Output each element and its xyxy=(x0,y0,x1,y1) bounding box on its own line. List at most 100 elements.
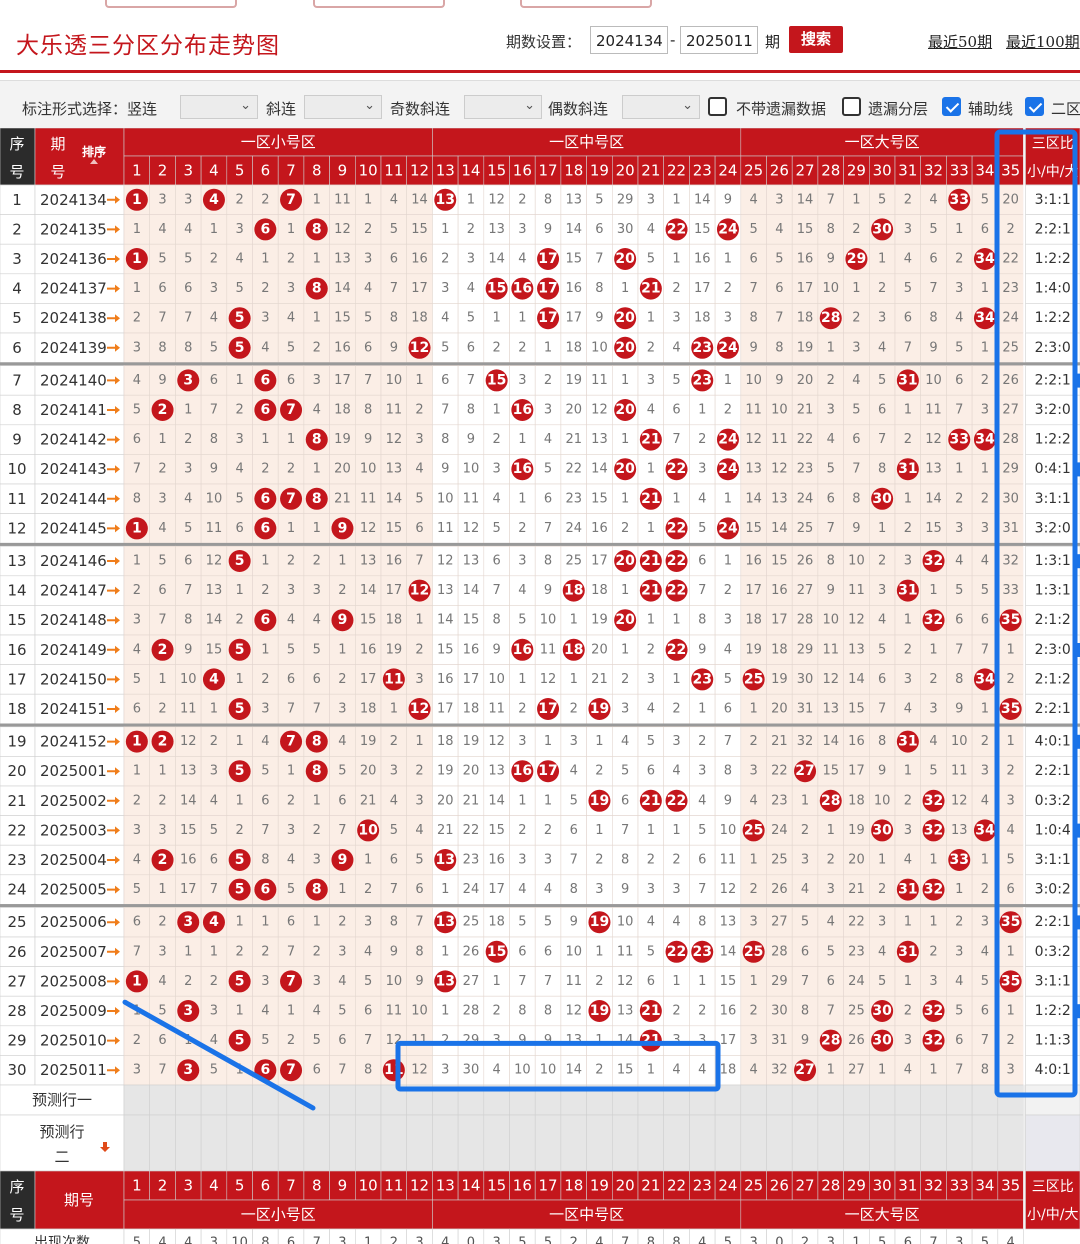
predict-cell[interactable] xyxy=(200,1084,228,1116)
omission-count: 1 xyxy=(955,882,963,897)
number-header-label: 11 xyxy=(384,162,403,180)
predict-cell[interactable] xyxy=(483,1114,510,1172)
predict-cell[interactable] xyxy=(175,1084,202,1116)
predict-cell[interactable] xyxy=(894,1084,922,1116)
predict-cell[interactable] xyxy=(689,1114,716,1172)
predict-cell[interactable] xyxy=(406,1114,433,1172)
predict-cell[interactable] xyxy=(329,1084,356,1116)
omission-count: 4 xyxy=(647,222,655,237)
drawn-ball-number: 22 xyxy=(667,520,686,536)
omission-count: 16 xyxy=(437,672,454,687)
predict-cell[interactable] xyxy=(252,1084,279,1116)
omission-count: 5 xyxy=(261,764,269,779)
predict-cell[interactable] xyxy=(740,1084,767,1116)
omission-count: 18 xyxy=(437,734,454,749)
predict-cell[interactable] xyxy=(843,1084,870,1116)
period-from-input[interactable]: 2024134 xyxy=(590,26,668,54)
omission-count: 5 xyxy=(955,583,963,598)
footer-number-label: 27 xyxy=(796,1177,815,1195)
omission-count: 5 xyxy=(518,915,526,930)
predict-cell[interactable] xyxy=(226,1084,253,1116)
omission-count: 3 xyxy=(904,554,912,569)
search-button[interactable]: 搜索 xyxy=(789,26,843,53)
predict-cell[interactable] xyxy=(303,1084,330,1116)
vertical-select[interactable]: ⌄ xyxy=(180,95,258,119)
predict-cell[interactable] xyxy=(946,1114,973,1172)
omission-count: 8 xyxy=(621,853,629,868)
predict-cell[interactable] xyxy=(791,1114,819,1172)
predict-cell[interactable] xyxy=(843,1114,870,1172)
omission-count: 3 xyxy=(904,222,912,237)
predict-cell[interactable] xyxy=(611,1114,639,1172)
predict-cell[interactable] xyxy=(997,1084,1024,1116)
omission-count: 2 xyxy=(827,373,835,388)
odd-diagonal-select[interactable]: ⌄ xyxy=(464,95,542,119)
predict-cell[interactable] xyxy=(817,1114,844,1172)
predict-cell[interactable] xyxy=(663,1114,690,1172)
predict-cell[interactable] xyxy=(740,1114,767,1172)
number-header-label: 35 xyxy=(1001,162,1020,180)
predict-cell[interactable] xyxy=(997,1114,1024,1172)
predict-cell[interactable] xyxy=(200,1114,228,1172)
predict-cell[interactable] xyxy=(817,1084,844,1116)
predict-cell[interactable] xyxy=(971,1084,999,1116)
period-to-input[interactable]: 2025011 xyxy=(680,26,758,54)
predict-cell[interactable] xyxy=(303,1114,330,1172)
omission-count: 7 xyxy=(493,583,501,598)
predict-cell[interactable] xyxy=(534,1114,562,1172)
predict-cell[interactable] xyxy=(149,1084,176,1116)
predict-cell[interactable] xyxy=(868,1114,896,1172)
predict-cell[interactable] xyxy=(509,1114,536,1172)
predict-cell[interactable] xyxy=(560,1114,587,1172)
omission-count: 14 xyxy=(771,521,788,536)
no-omission-checkbox[interactable] xyxy=(708,97,727,116)
predict-cell[interactable] xyxy=(791,1084,819,1116)
predict-cell[interactable] xyxy=(971,1114,999,1172)
diagonal-select[interactable]: ⌄ xyxy=(304,95,382,119)
drawn-ball-number: 6 xyxy=(260,882,270,898)
omission-count: 7 xyxy=(184,311,192,326)
omission-layer-checkbox[interactable] xyxy=(842,97,861,116)
predict-cell[interactable] xyxy=(123,1084,151,1116)
predict-cell[interactable] xyxy=(226,1114,253,1172)
predict-cell[interactable] xyxy=(766,1114,793,1172)
predict-cell[interactable] xyxy=(149,1114,176,1172)
omission-count: 9 xyxy=(493,642,501,657)
predict-cell[interactable] xyxy=(277,1114,305,1172)
predict-cell[interactable] xyxy=(920,1084,947,1116)
predict-cell[interactable] xyxy=(766,1084,793,1116)
predict-cell[interactable] xyxy=(868,1084,896,1116)
top-tab[interactable] xyxy=(313,0,445,8)
top-tab[interactable] xyxy=(520,0,652,8)
omission-count: 16 xyxy=(488,853,505,868)
omission-count: 6 xyxy=(981,1004,989,1019)
predict-cell[interactable] xyxy=(380,1114,408,1172)
predict-cell[interactable] xyxy=(432,1114,459,1172)
recent-100-link[interactable]: 最近100期 xyxy=(1006,31,1080,52)
top-tab[interactable] xyxy=(105,0,237,8)
predict-cell[interactable] xyxy=(354,1084,382,1116)
recent-50-link[interactable]: 最近50期 xyxy=(928,31,992,52)
predict-cell[interactable] xyxy=(123,1114,151,1172)
predict-cell[interactable] xyxy=(637,1114,665,1172)
predict-cell[interactable] xyxy=(714,1114,742,1172)
footer-number-label: 33 xyxy=(950,1177,969,1195)
aux-line-checkbox[interactable] xyxy=(942,97,961,116)
zone2-checkbox[interactable] xyxy=(1025,97,1044,116)
omission-count: 10 xyxy=(360,462,377,477)
even-diagonal-select[interactable]: ⌄ xyxy=(622,95,700,119)
predict-cell[interactable] xyxy=(329,1114,356,1172)
predict-cell[interactable] xyxy=(175,1114,202,1172)
omission-count: 8 xyxy=(467,403,475,418)
predict-cell[interactable] xyxy=(252,1114,279,1172)
omission-count: 3 xyxy=(621,702,629,717)
omission-count: 5 xyxy=(878,974,886,989)
predict-cell[interactable] xyxy=(894,1114,922,1172)
predict-cell[interactable] xyxy=(920,1114,947,1172)
omission-count: 7 xyxy=(158,613,166,628)
predict-cell[interactable] xyxy=(946,1084,973,1116)
predict-cell[interactable] xyxy=(457,1114,485,1172)
sort-button[interactable]: 排序 xyxy=(82,144,106,159)
predict-cell[interactable] xyxy=(586,1114,613,1172)
predict-cell[interactable] xyxy=(354,1114,382,1172)
